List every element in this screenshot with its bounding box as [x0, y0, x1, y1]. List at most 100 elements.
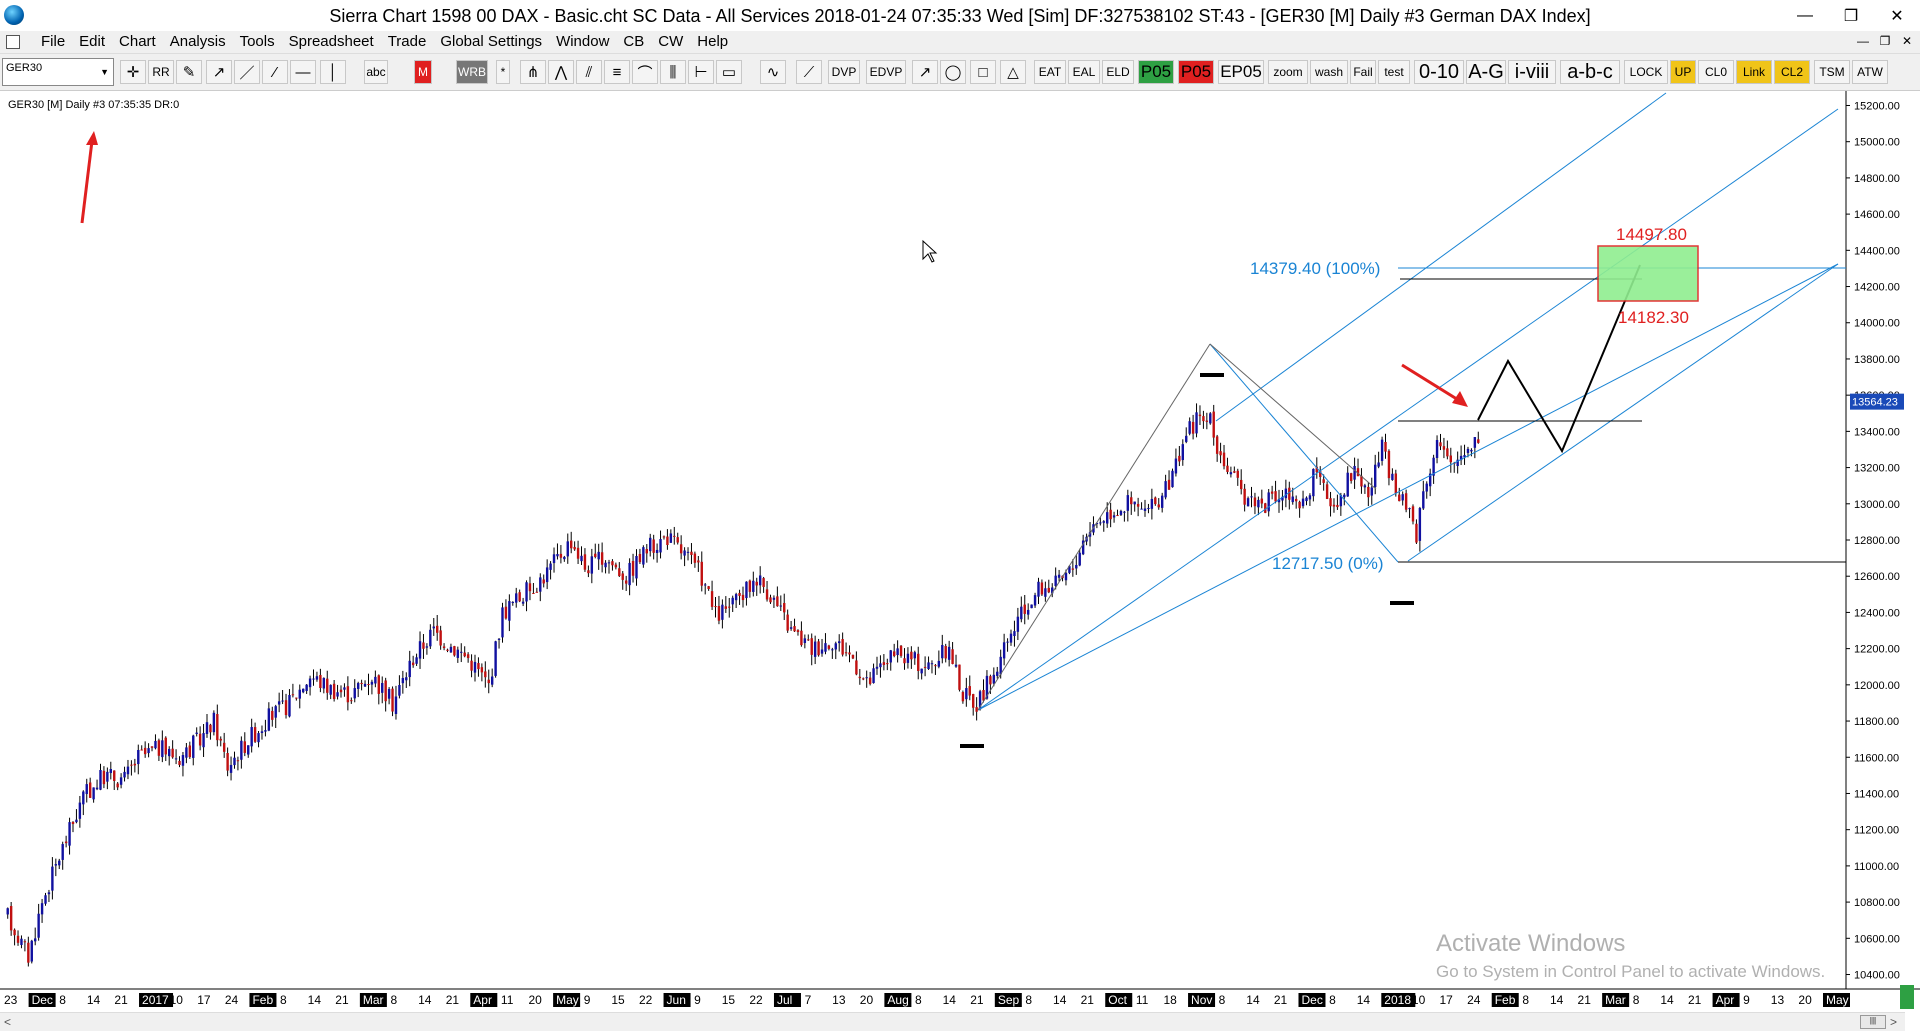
- horizontal-scrollbar[interactable]: < ||| >: [0, 1012, 1905, 1031]
- candle-body: [1398, 494, 1401, 502]
- chevron-down-icon[interactable]: ▼: [100, 67, 109, 77]
- pitchfork-icon[interactable]: ⋔: [520, 60, 546, 84]
- candle-body: [1353, 465, 1356, 480]
- chart-area[interactable]: 15200.00 15000.00 14800.00 14600.00 14400.00…: [0, 91, 1920, 1032]
- ellipse-icon[interactable]: ◯: [940, 60, 966, 84]
- fib-icon[interactable]: ≡: [604, 60, 630, 84]
- menu-analysis[interactable]: Analysis: [163, 33, 233, 51]
- x-tick-label: 20: [529, 993, 543, 1007]
- count-a-g-button[interactable]: A-G: [1466, 60, 1506, 84]
- rect-tool-icon[interactable]: ▭: [716, 60, 742, 84]
- minimize-button[interactable]: —: [1782, 0, 1828, 31]
- zoom-button[interactable]: zoom: [1268, 60, 1308, 84]
- text-tool-icon[interactable]: abc: [364, 60, 388, 84]
- menu-help[interactable]: Help: [690, 33, 735, 51]
- eal-button[interactable]: EAL: [1068, 60, 1100, 84]
- wave-icon[interactable]: ∿: [760, 60, 786, 84]
- wash-button[interactable]: wash: [1310, 60, 1348, 84]
- p05-red-button[interactable]: P05: [1178, 60, 1214, 84]
- cl0-button[interactable]: CL0: [1698, 60, 1734, 84]
- atw-button[interactable]: ATW: [1852, 60, 1888, 84]
- candle-body: [1411, 506, 1415, 522]
- menu-edit[interactable]: Edit: [72, 33, 112, 51]
- candle-body: [61, 844, 64, 860]
- bars-icon[interactable]: ⫼: [660, 60, 686, 84]
- ep05-button[interactable]: EP05: [1218, 60, 1264, 84]
- scroll-left-icon[interactable]: <: [4, 1015, 11, 1029]
- eld-button[interactable]: ELD: [1102, 60, 1134, 84]
- price-chart[interactable]: 15200.00 15000.00 14800.00 14600.00 14400.00…: [0, 91, 1920, 1032]
- candle-body: [99, 770, 102, 790]
- menu-trade[interactable]: Trade: [381, 33, 434, 51]
- menu-cb[interactable]: CB: [616, 33, 651, 51]
- lock-button[interactable]: LOCK: [1624, 60, 1668, 84]
- candle-body: [387, 688, 391, 699]
- x-tick-label: 15: [722, 993, 736, 1007]
- menu-file[interactable]: File: [34, 33, 72, 51]
- candle-body: [288, 695, 291, 717]
- scroll-grip[interactable]: |||: [1860, 1015, 1886, 1029]
- cl2-button[interactable]: CL2: [1774, 60, 1810, 84]
- star-button[interactable]: *: [496, 60, 510, 84]
- menu-global-settings[interactable]: Global Settings: [433, 33, 549, 51]
- symbol-selector[interactable]: GER30 ▼: [2, 58, 114, 86]
- symbol-value: GER30: [6, 62, 43, 74]
- edvp-button[interactable]: EDVP: [866, 60, 906, 84]
- maximize-button[interactable]: ❐: [1828, 0, 1874, 31]
- candle-body: [260, 731, 264, 733]
- mdi-restore-button[interactable]: ❐: [1876, 33, 1894, 49]
- zigzag-icon[interactable]: ⋀: [548, 60, 574, 84]
- candle-body: [580, 555, 583, 562]
- m-button[interactable]: M: [414, 60, 432, 84]
- pencil-icon[interactable]: ✎: [176, 60, 202, 84]
- ruler-icon[interactable]: ⟋: [796, 60, 822, 84]
- candle-body: [405, 677, 408, 681]
- dvp-button[interactable]: DVP: [828, 60, 860, 84]
- close-button[interactable]: ✕: [1874, 0, 1920, 31]
- fib-ext-icon[interactable]: ⊢: [688, 60, 714, 84]
- candle-body: [1425, 483, 1428, 492]
- hline-icon[interactable]: —: [290, 60, 316, 84]
- trend-icon[interactable]: ⁄: [262, 60, 288, 84]
- candle-body: [1160, 495, 1164, 508]
- crosshair-icon[interactable]: ✛: [120, 60, 146, 84]
- menu-spreadsheet[interactable]: Spreadsheet: [282, 33, 381, 51]
- link-button[interactable]: Link: [1736, 60, 1772, 84]
- side-panel-toggle[interactable]: [1900, 985, 1914, 1009]
- ray-icon[interactable]: ↗: [206, 60, 232, 84]
- candle-body: [253, 727, 257, 742]
- arrow-icon[interactable]: ↗: [912, 60, 938, 84]
- rectangle-icon[interactable]: □: [970, 60, 996, 84]
- fail-button[interactable]: Fail: [1350, 60, 1376, 84]
- mdi-close-button[interactable]: ✕: [1898, 33, 1916, 49]
- arc-icon[interactable]: ⌒: [632, 60, 658, 84]
- rr-icon[interactable]: RR: [148, 60, 174, 84]
- eat-button[interactable]: EAT: [1034, 60, 1066, 84]
- channel-icon[interactable]: ⫽: [576, 60, 602, 84]
- tsm-button[interactable]: TSM: [1814, 60, 1850, 84]
- menu-chart[interactable]: Chart: [112, 33, 163, 51]
- target-high-label: 14497.80: [1616, 225, 1687, 244]
- up-button[interactable]: UP: [1670, 60, 1696, 84]
- x-tick-label: Dec: [1301, 993, 1322, 1007]
- candle-body: [611, 561, 614, 566]
- count-0-10-button[interactable]: 0-10: [1414, 60, 1464, 84]
- menu-tools[interactable]: Tools: [233, 33, 282, 51]
- count-a-b-c-button[interactable]: a-b-c: [1560, 60, 1620, 84]
- triangle-icon[interactable]: △: [1000, 60, 1026, 84]
- candle-body: [1147, 507, 1150, 509]
- document-icon[interactable]: [6, 35, 20, 49]
- candle-body: [185, 747, 188, 758]
- candle-body: [965, 688, 968, 700]
- test-button[interactable]: test: [1378, 60, 1410, 84]
- candle-body: [700, 561, 703, 586]
- wrb-button[interactable]: WRB: [456, 60, 488, 84]
- mdi-minimize-button[interactable]: —: [1854, 33, 1872, 49]
- scroll-right-icon[interactable]: >: [1890, 1015, 1897, 1029]
- vline-icon[interactable]: │: [320, 60, 346, 84]
- p05-green-button[interactable]: P05: [1138, 60, 1174, 84]
- menu-cw[interactable]: CW: [651, 33, 690, 51]
- menu-window[interactable]: Window: [549, 33, 616, 51]
- line-icon[interactable]: ／: [234, 60, 260, 84]
- count-i-viii-button[interactable]: i-viii: [1508, 60, 1556, 84]
